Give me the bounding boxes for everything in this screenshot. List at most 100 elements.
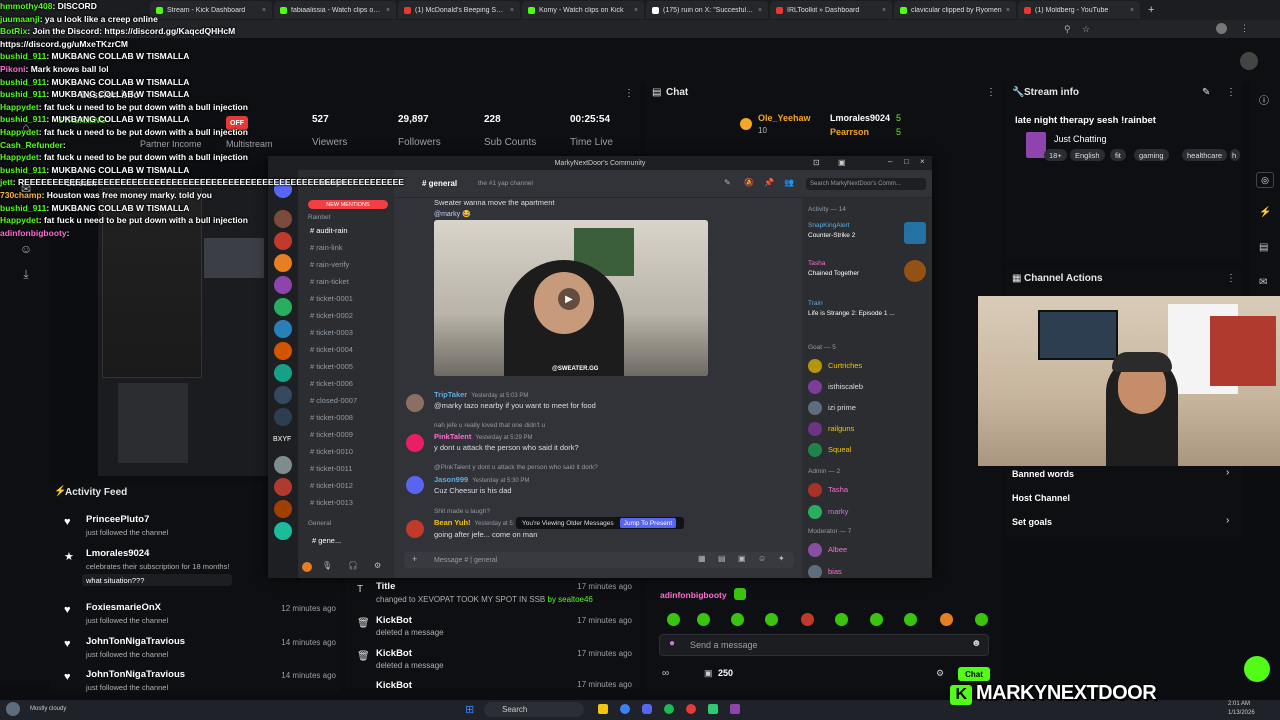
browser-tab[interactable]: IRLToolkit » Dashboard ×: [770, 1, 892, 19]
channel-item[interactable]: # ticket-0003: [310, 328, 353, 337]
tab-close-icon[interactable]: ×: [882, 7, 886, 14]
server-icon[interactable]: [274, 408, 292, 426]
channel-item[interactable]: # rain-verify: [310, 260, 349, 269]
taskbar-search[interactable]: Search: [484, 702, 584, 717]
pinned-user[interactable]: Ole_Yeehaw: [758, 113, 811, 123]
emote-icon[interactable]: [801, 613, 814, 626]
mic-icon[interactable]: 🎙: [322, 561, 332, 570]
pinned-user[interactable]: Lmorales9024: [830, 113, 890, 123]
server-icon[interactable]: [274, 298, 292, 316]
host-channel-item[interactable]: Host Channel: [1012, 493, 1070, 503]
message-reply[interactable]: @PinkTalent y dont u attack the person w…: [434, 464, 598, 471]
server-icon[interactable]: [274, 386, 292, 404]
settings-icon[interactable]: ⚙: [936, 668, 944, 679]
channel-item[interactable]: # rain-link: [310, 243, 343, 252]
member-item[interactable]: bias: [808, 564, 928, 578]
activity-card[interactable]: Train Life is Strange 2: Episode 1 ...: [808, 300, 928, 324]
tab-close-icon[interactable]: ×: [1130, 7, 1134, 14]
bell-icon[interactable]: 🔕: [744, 178, 754, 187]
channel-category[interactable]: General: [308, 520, 331, 527]
add-attachment-icon[interactable]: +: [412, 554, 417, 564]
user-avatar[interactable]: [302, 562, 312, 572]
zoom-icon[interactable]: ⚲: [1064, 24, 1071, 35]
apps-icon[interactable]: ✦: [778, 554, 785, 563]
new-tab-button[interactable]: +: [1148, 4, 1154, 16]
explorer-icon[interactable]: [598, 704, 608, 714]
emote-icon[interactable]: [731, 613, 744, 626]
channel-item[interactable]: # ticket-0005: [310, 362, 353, 371]
emoji-icon[interactable]: ☻: [971, 638, 982, 649]
gif-icon[interactable]: ▤: [718, 554, 726, 563]
tab-close-icon[interactable]: ×: [634, 7, 638, 14]
server-icon[interactable]: [274, 254, 292, 272]
browser-tab[interactable]: clavicular clipped by Ryomen ×: [894, 1, 1016, 19]
video-embed[interactable]: ▶ @SWEATER.GG: [434, 220, 708, 376]
jump-to-present-button[interactable]: Jump To Present: [619, 518, 677, 528]
bolt-icon[interactable]: ⚡: [1259, 207, 1271, 218]
channel-item-current[interactable]: # gene...: [312, 536, 341, 545]
channel-item[interactable]: # ticket-0004: [310, 345, 353, 354]
server-icon[interactable]: [274, 500, 292, 518]
play-icon[interactable]: ▶: [558, 288, 580, 310]
channel-item[interactable]: # audit-rain: [310, 226, 348, 235]
obs-icon[interactable]: [730, 704, 740, 714]
browser-tab[interactable]: fabiaalissia - Watch clips on Kick ×: [274, 1, 396, 19]
member-item[interactable]: Squeal: [808, 442, 928, 460]
member-item[interactable]: izi prime: [808, 400, 928, 418]
message-reply[interactable]: Shit made u laugh?: [434, 508, 490, 515]
stream-info-menu-icon[interactable]: ⋮: [1226, 87, 1236, 98]
home-icon[interactable]: ⌂: [19, 120, 33, 134]
download-icon[interactable]: ⤓: [19, 267, 33, 281]
channel-item[interactable]: # ticket-0013: [310, 498, 353, 507]
message-avatar[interactable]: [406, 394, 424, 412]
server-name[interactable]: BXYF: [273, 436, 291, 443]
multistream-label[interactable]: Multistream: [226, 139, 273, 149]
chat-username[interactable]: adinfonbigbooty: [660, 590, 727, 600]
server-icon[interactable]: [274, 364, 292, 382]
browser-tab[interactable]: Komy - Watch clips on Kick ×: [522, 1, 644, 19]
headphones-icon[interactable]: 🎧: [348, 561, 358, 570]
emote-icon[interactable]: [870, 613, 883, 626]
channel-item[interactable]: # ticket-0009: [310, 430, 353, 439]
spotify-icon[interactable]: [664, 704, 674, 714]
infinity-icon[interactable]: ∞: [662, 668, 669, 679]
chat-menu-icon[interactable]: ⋮: [986, 87, 996, 98]
partner-income-label[interactable]: Partner Income: [140, 139, 202, 149]
weather-icon[interactable]: [6, 702, 20, 716]
close-icon[interactable]: ×: [920, 157, 925, 166]
discord-icon[interactable]: [642, 704, 652, 714]
message-icon[interactable]: ✉: [1259, 277, 1267, 288]
user-avatar[interactable]: [1240, 52, 1258, 70]
message-author[interactable]: PinkTalent Yesterday at 5:29 PM: [434, 432, 533, 441]
member-item[interactable]: railguns: [808, 421, 928, 439]
pin-icon[interactable]: 📌: [764, 178, 774, 187]
members-icon[interactable]: 👥: [784, 178, 794, 187]
mic-icon[interactable]: ●: [669, 638, 675, 649]
list-icon[interactable]: ▤: [1259, 242, 1268, 253]
channel-item[interactable]: # ticket-0006: [310, 379, 353, 388]
set-goals-item[interactable]: Set goals: [1012, 517, 1052, 527]
tag[interactable]: gaming: [1134, 149, 1169, 161]
channel-item[interactable]: # ticket-0011: [310, 464, 352, 473]
browser-tab[interactable]: (1) McDonald's Beeping Sound Eff ×: [398, 1, 520, 19]
chat-input[interactable]: Send a message: [659, 634, 989, 656]
windows-icon[interactable]: ⊞: [465, 703, 474, 716]
tag[interactable]: healthcare: [1182, 149, 1228, 161]
server-title[interactable]: MarkyN...: [320, 180, 351, 187]
profile-avatar[interactable]: [1216, 23, 1227, 34]
pinned-user[interactable]: Pearrson: [830, 127, 869, 137]
category-name[interactable]: Just Chatting: [1054, 134, 1107, 144]
edge-icon[interactable]: [620, 704, 630, 714]
tag[interactable]: fit: [1110, 149, 1126, 161]
message-author[interactable]: Jason999 Yesterday at 5:30 PM: [434, 475, 529, 484]
tab-close-icon[interactable]: ×: [758, 7, 762, 14]
activity-card[interactable]: Tasha Chained Together: [808, 260, 928, 284]
activity-card[interactable]: SnapKingAlert Counter-Strike 2: [808, 222, 928, 246]
threads-icon[interactable]: ✎: [724, 178, 731, 187]
member-item[interactable]: Albee: [808, 542, 928, 560]
kebab-icon[interactable]: ⋮: [624, 88, 634, 99]
info-icon[interactable]: ⓘ: [1259, 92, 1269, 107]
tab-close-icon[interactable]: ×: [386, 7, 390, 14]
member-item[interactable]: Tasha: [808, 482, 928, 500]
server-icon[interactable]: [274, 276, 292, 294]
